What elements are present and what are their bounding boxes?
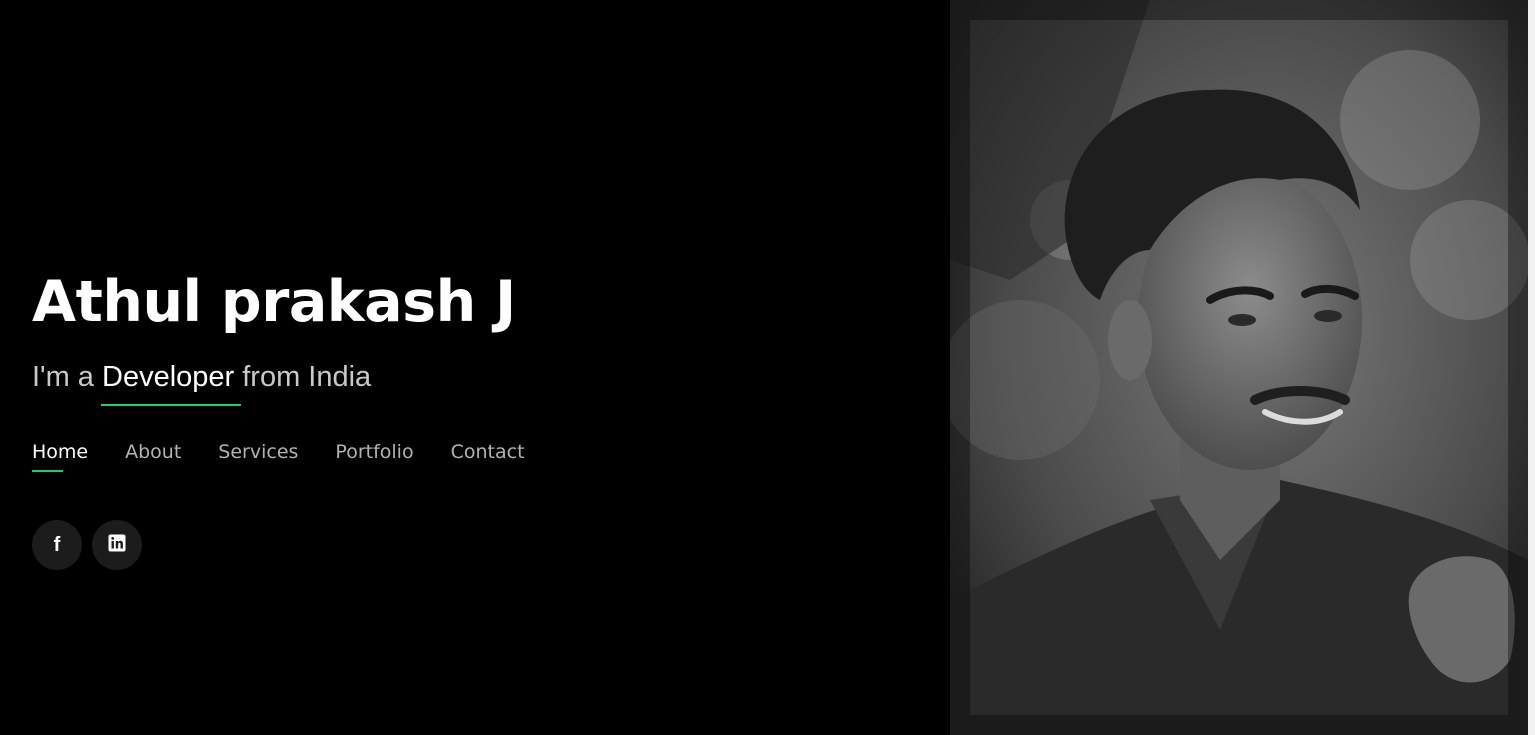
main-nav: Home About Services Portfolio Contact: [32, 441, 525, 472]
nav-item-services[interactable]: Services: [218, 441, 298, 471]
social-links: f: [32, 520, 142, 570]
facebook-icon: f: [53, 534, 61, 556]
nav-item-portfolio[interactable]: Portfolio: [335, 441, 413, 471]
tagline-role: Developer: [100, 361, 242, 406]
hero-tagline: I'm a Developer from India: [32, 360, 372, 406]
profile-photo: [950, 0, 1528, 735]
facebook-link[interactable]: f: [32, 520, 82, 570]
linkedin-link[interactable]: [92, 520, 142, 570]
nav-item-home[interactable]: Home: [32, 441, 88, 472]
linkedin-icon: [108, 534, 126, 556]
tagline-suffix: from India: [234, 361, 372, 393]
nav-item-contact[interactable]: Contact: [451, 441, 525, 471]
tagline-prefix: I'm a: [32, 361, 102, 393]
hero-name: Athul prakash J: [32, 269, 516, 335]
hero-section: Athul prakash J I'm a Developer from Ind…: [0, 0, 950, 735]
nav-item-about[interactable]: About: [125, 441, 181, 471]
page-edge: [1528, 0, 1535, 735]
